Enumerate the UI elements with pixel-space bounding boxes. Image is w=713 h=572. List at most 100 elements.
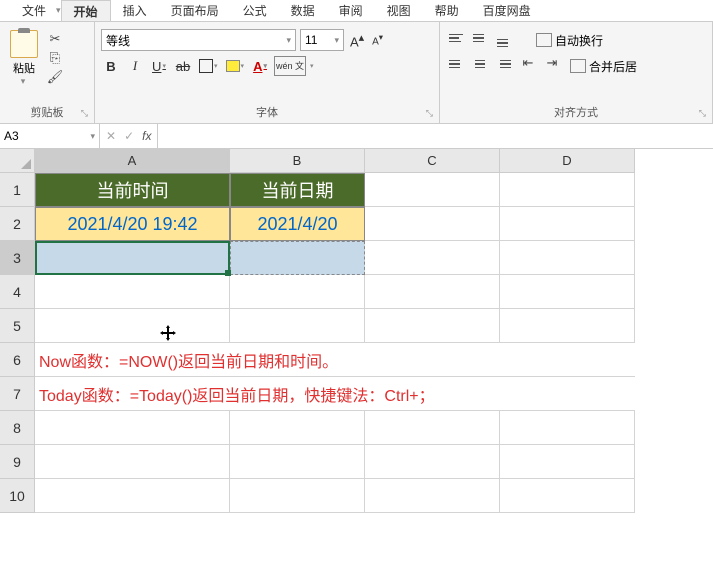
row-header[interactable]: 3: [0, 241, 35, 275]
decrease-indent-button[interactable]: ⇤: [518, 55, 538, 77]
cell[interactable]: [365, 207, 500, 241]
col-header[interactable]: B: [230, 149, 365, 173]
dialog-launcher-icon[interactable]: ⤡: [426, 105, 433, 121]
align-left-button[interactable]: [446, 55, 466, 73]
row-header[interactable]: 6: [0, 343, 35, 377]
name-box[interactable]: A3▾: [0, 124, 100, 148]
increase-font-icon[interactable]: A▴: [348, 31, 366, 49]
row-header[interactable]: 4: [0, 275, 35, 309]
cell[interactable]: [35, 479, 230, 513]
cell[interactable]: [230, 411, 365, 445]
tab-layout[interactable]: 页面布局: [159, 0, 231, 21]
cell[interactable]: [365, 309, 500, 343]
col-header[interactable]: D: [500, 149, 635, 173]
select-all-corner[interactable]: [0, 149, 35, 173]
tab-view[interactable]: 视图: [375, 0, 423, 21]
cell[interactable]: [500, 173, 635, 207]
cell[interactable]: [365, 241, 500, 275]
underline-button[interactable]: U▾: [149, 56, 169, 76]
cell[interactable]: 当前时间: [35, 173, 230, 207]
cell[interactable]: Today函数：=Today()返回当前日期，快捷键法：Ctrl+；: [35, 377, 635, 411]
tab-data[interactable]: 数据: [279, 0, 327, 21]
border-button[interactable]: ▾: [197, 56, 220, 76]
paste-icon: [10, 30, 38, 58]
tab-insert[interactable]: 插入: [111, 0, 159, 21]
tab-file[interactable]: 文件: [10, 0, 58, 21]
cell[interactable]: [35, 309, 230, 343]
fill-color-button[interactable]: ▾: [224, 56, 247, 76]
cell[interactable]: [365, 173, 500, 207]
tab-home[interactable]: 开始: [61, 0, 111, 21]
cell[interactable]: [230, 241, 365, 275]
dialog-launcher-icon[interactable]: ⤡: [699, 105, 706, 121]
tab-baidu[interactable]: 百度网盘: [471, 0, 543, 21]
cell[interactable]: [500, 411, 635, 445]
bold-button[interactable]: B: [101, 56, 121, 76]
row-header[interactable]: 7: [0, 377, 35, 411]
cell[interactable]: 当前日期: [230, 173, 365, 207]
ribbon: 粘贴 ▾ ✂ ⎘ 🖌 剪贴板⤡ 等线▾ 11▾ A▴ A▾ B I U▾ ab: [0, 22, 713, 124]
paste-button[interactable]: 粘贴 ▾: [6, 26, 42, 87]
decrease-font-icon[interactable]: A▾: [370, 32, 385, 47]
row-header[interactable]: 10: [0, 479, 35, 513]
cell[interactable]: [365, 411, 500, 445]
group-alignment: 自动换行 ⇤ ⇥ 合并后居 对齐方式⤡: [440, 22, 713, 123]
phonetic-button[interactable]: wén 文: [274, 56, 306, 76]
cell-selected[interactable]: [35, 241, 230, 275]
italic-button[interactable]: I: [125, 56, 145, 76]
cell[interactable]: [500, 479, 635, 513]
cell[interactable]: Now函数：=NOW()返回当前日期和时间。: [35, 343, 635, 377]
tab-formula[interactable]: 公式: [231, 0, 279, 21]
cells-area[interactable]: 当前时间 当前日期 2021/4/20 19:42 2021/4/20 Now函…: [35, 173, 635, 513]
cut-icon[interactable]: ✂: [46, 31, 64, 47]
cancel-icon[interactable]: ✕: [106, 129, 116, 143]
font-size-select[interactable]: 11▾: [300, 29, 344, 51]
col-header[interactable]: A: [35, 149, 230, 173]
cell[interactable]: [500, 445, 635, 479]
align-top-button[interactable]: [446, 29, 466, 47]
merge-cells-button[interactable]: 合并后居: [566, 55, 641, 77]
strike-button[interactable]: ab: [173, 56, 193, 76]
merge-icon: [570, 59, 586, 73]
cell[interactable]: [230, 479, 365, 513]
align-right-button[interactable]: [494, 55, 514, 73]
align-middle-button[interactable]: [470, 29, 490, 47]
tab-help[interactable]: 帮助: [423, 0, 471, 21]
dialog-launcher-icon[interactable]: ⤡: [81, 105, 88, 121]
formula-input[interactable]: [158, 124, 713, 148]
fx-icon[interactable]: fx: [142, 129, 151, 143]
cell[interactable]: [365, 275, 500, 309]
cell[interactable]: [230, 445, 365, 479]
align-center-button[interactable]: [470, 55, 490, 73]
cell[interactable]: 2021/4/20 19:42: [35, 207, 230, 241]
cell[interactable]: [35, 411, 230, 445]
enter-icon[interactable]: ✓: [124, 129, 134, 143]
row-header[interactable]: 8: [0, 411, 35, 445]
cell[interactable]: [500, 275, 635, 309]
cell[interactable]: [500, 207, 635, 241]
cell[interactable]: [230, 275, 365, 309]
cell[interactable]: [35, 445, 230, 479]
format-painter-icon[interactable]: 🖌: [46, 69, 64, 85]
cell[interactable]: [365, 445, 500, 479]
row-header[interactable]: 2: [0, 207, 35, 241]
row-header[interactable]: 5: [0, 309, 35, 343]
wrap-text-button[interactable]: 自动换行: [532, 29, 607, 51]
cell[interactable]: 2021/4/20: [230, 207, 365, 241]
align-bottom-button[interactable]: [494, 29, 514, 47]
cell[interactable]: [365, 479, 500, 513]
group-label-font: 字体⤡: [101, 105, 433, 121]
ribbon-tabs: 文件▾ 开始 插入 页面布局 公式 数据 审阅 视图 帮助 百度网盘: [0, 0, 713, 22]
row-header[interactable]: 9: [0, 445, 35, 479]
cell[interactable]: [500, 309, 635, 343]
copy-icon[interactable]: ⎘: [46, 50, 64, 66]
increase-indent-button[interactable]: ⇥: [542, 55, 562, 77]
col-header[interactable]: C: [365, 149, 500, 173]
font-color-button[interactable]: A▾: [250, 56, 270, 76]
tab-review[interactable]: 审阅: [327, 0, 375, 21]
cell[interactable]: [35, 275, 230, 309]
row-header[interactable]: 1: [0, 173, 35, 207]
cell[interactable]: [230, 309, 365, 343]
cell[interactable]: [500, 241, 635, 275]
font-name-select[interactable]: 等线▾: [101, 29, 296, 51]
